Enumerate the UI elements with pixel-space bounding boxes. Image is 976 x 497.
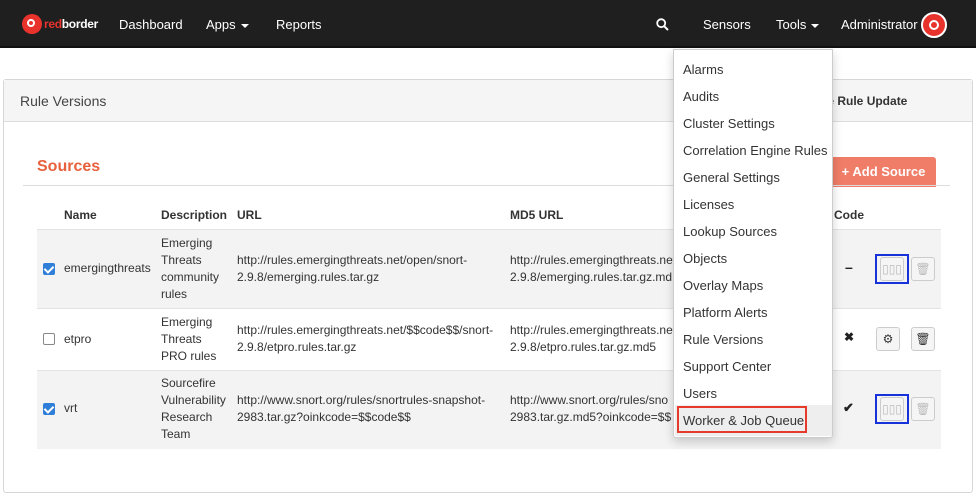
nav-tools-label: Tools	[776, 17, 807, 32]
red-highlight-box	[677, 406, 807, 433]
source-url: http://rules.emergingthreats.net/open/sn…	[237, 252, 467, 286]
description-line: rules	[161, 287, 188, 301]
description-line: Sourcefire	[161, 376, 216, 390]
nav-user-menu[interactable]: Administrator	[841, 0, 918, 48]
source-description: Emerging Threats community rules	[161, 235, 219, 303]
source-name: emergingthreats	[64, 261, 151, 275]
sources-title: Sources	[37, 158, 101, 175]
row-checkbox[interactable]	[43, 263, 55, 275]
menu-item-general-settings[interactable]: General Settings	[683, 170, 780, 185]
menu-item-overlay-maps[interactable]: Overlay Maps	[683, 278, 763, 293]
source-url: http://rules.emergingthreats.net/$$code$…	[237, 322, 493, 356]
search-icon[interactable]	[656, 18, 669, 31]
delete-button[interactable]: 🗑	[911, 327, 935, 351]
source-url: http://www.snort.org/rules/snortrules-sn…	[237, 392, 485, 426]
col-md5-url: MD5 URL	[510, 208, 564, 222]
md5-line: http://rules.emergingthreats.net/	[510, 253, 680, 267]
description-line: PRO rules	[161, 349, 217, 363]
source-name: etpro	[64, 332, 92, 346]
description-line: Team	[161, 427, 191, 441]
md5-line: http://www.snort.org/rules/sno	[510, 393, 669, 407]
user-avatar-icon[interactable]	[921, 12, 947, 38]
md5-line: 2.9.8/emerging.rules.tar.gz.md	[510, 270, 673, 284]
nav-apps-label: Apps	[206, 17, 236, 32]
menu-item-users[interactable]: Users	[683, 386, 717, 401]
source-md5-url: http://rules.emergingthreats.net/ 2.9.8/…	[510, 322, 679, 356]
menu-item-support-center[interactable]: Support Center	[683, 359, 771, 374]
nav-sensors[interactable]: Sensors	[703, 0, 751, 48]
code-status-check-icon: ✔	[843, 400, 854, 415]
blue-highlight-box	[875, 254, 909, 284]
url-line: http://rules.emergingthreats.net/$$code$…	[237, 323, 494, 337]
add-source-button[interactable]: + Add Source	[831, 157, 936, 187]
code-status-x-icon: ✖	[844, 330, 855, 344]
trash-icon: 🗑	[915, 262, 931, 276]
nav-dashboard[interactable]: Dashboard	[119, 0, 183, 48]
menu-item-lookup-sources[interactable]: Lookup Sources	[683, 224, 777, 239]
delete-button[interactable]: 🗑	[911, 397, 935, 421]
source-description: Emerging Threats PRO rules	[161, 314, 216, 365]
menu-item-correlation-engine-rules[interactable]: Correlation Engine Rules	[683, 143, 828, 158]
description-line: Emerging	[161, 315, 213, 329]
description-line: Research	[161, 410, 213, 424]
source-md5-url: http://www.snort.org/rules/sno 2983.tar.…	[510, 392, 671, 426]
col-code: Code	[834, 208, 864, 222]
nav-tools[interactable]: Tools	[776, 0, 820, 48]
tools-dropdown-menu: Alarms Audits Cluster Settings Correlati…	[673, 49, 833, 438]
md5-line: 2983.tar.gz.md5?oinkcode=$$	[510, 410, 672, 424]
source-md5-url: http://rules.emergingthreats.net/ 2.9.8/…	[510, 252, 679, 286]
url-line: http://www.snort.org/rules/snortrules-sn…	[237, 393, 486, 407]
menu-item-objects[interactable]: Objects	[683, 251, 727, 266]
delete-button[interactable]: 🗑	[911, 257, 935, 281]
row-checkbox[interactable]	[43, 333, 55, 345]
trash-icon: 🗑	[915, 332, 931, 346]
menu-item-cluster-settings[interactable]: Cluster Settings	[683, 116, 775, 131]
top-navbar: redborder Dashboard Apps Reports Sensors…	[0, 0, 976, 48]
description-line: Threats	[161, 332, 202, 346]
menu-item-licenses[interactable]: Licenses	[683, 197, 734, 212]
menu-item-rule-versions[interactable]: Rule Versions	[683, 332, 763, 347]
md5-line: 2.9.8/etpro.rules.tar.gz.md5	[510, 340, 657, 354]
menu-item-audits[interactable]: Audits	[683, 89, 719, 104]
col-name: Name	[64, 208, 97, 222]
logo-text-white: border	[61, 17, 99, 31]
row-checkbox[interactable]	[43, 403, 55, 415]
url-line: 2.9.8/etpro.rules.tar.gz	[237, 340, 357, 354]
url-line: 2.9.8/emerging.rules.tar.gz	[237, 270, 380, 284]
redborder-logo[interactable]: redborder	[22, 13, 98, 35]
caret-down-icon	[240, 23, 249, 28]
menu-item-platform-alerts[interactable]: Platform Alerts	[683, 305, 768, 320]
url-line: http://rules.emergingthreats.net/open/sn…	[237, 253, 468, 267]
source-name: vrt	[64, 401, 78, 415]
description-line: Emerging	[161, 236, 213, 250]
description-line: community	[161, 270, 220, 284]
trash-icon: 🗑	[915, 402, 931, 416]
menu-item-alarms[interactable]: Alarms	[683, 62, 723, 77]
col-description: Description	[161, 208, 228, 222]
url-line: 2983.tar.gz?oinkcode=$$code$$	[237, 410, 411, 424]
md5-line: http://rules.emergingthreats.net/	[510, 323, 680, 337]
description-line: Vulnerability	[161, 393, 226, 407]
nav-reports[interactable]: Reports	[276, 0, 322, 48]
nav-apps[interactable]: Apps	[206, 0, 249, 48]
caret-down-icon	[811, 23, 820, 28]
blue-highlight-box	[875, 394, 909, 424]
logo-text-red: red	[44, 17, 62, 31]
col-url: URL	[237, 208, 262, 222]
description-line: Threats	[161, 253, 202, 267]
code-status-dash-icon: –	[845, 259, 853, 275]
logo-icon	[22, 14, 42, 34]
gear-icon: ⚙	[882, 332, 894, 346]
settings-button[interactable]: ⚙	[876, 327, 900, 351]
source-description: Sourcefire Vulnerability Research Team	[161, 375, 226, 443]
